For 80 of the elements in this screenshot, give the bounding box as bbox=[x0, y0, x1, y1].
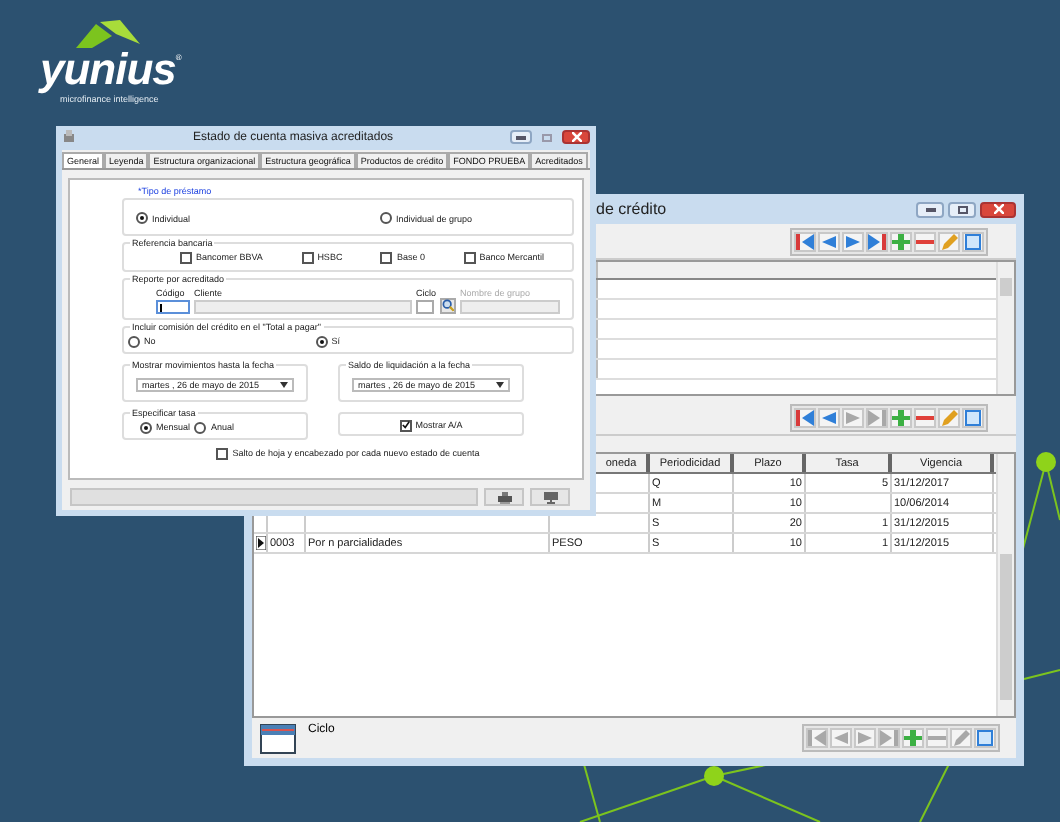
toolbar-button[interactable] bbox=[938, 407, 960, 427]
toolbar-button[interactable] bbox=[962, 231, 984, 251]
checkbox[interactable] bbox=[180, 251, 192, 264]
close-button[interactable] bbox=[562, 130, 590, 145]
close-icon bbox=[571, 132, 581, 143]
monitor-icon bbox=[543, 491, 557, 503]
toolbar-button[interactable] bbox=[842, 231, 864, 251]
arrow-right-icon bbox=[844, 233, 862, 249]
checkbox[interactable] bbox=[301, 251, 314, 264]
window-title: de crédito bbox=[596, 200, 669, 218]
toolbar-button[interactable] bbox=[818, 231, 840, 251]
square-icon bbox=[976, 730, 994, 746]
input-field[interactable] bbox=[156, 299, 190, 314]
app-icon bbox=[62, 130, 76, 145]
toolbar-button[interactable] bbox=[794, 231, 816, 251]
minimize-button[interactable] bbox=[510, 130, 532, 145]
radio-button[interactable] bbox=[136, 212, 148, 225]
close-icon bbox=[993, 204, 1003, 214]
radio-button[interactable] bbox=[379, 212, 392, 225]
maximize-button[interactable] bbox=[948, 201, 976, 217]
toolbar-button[interactable] bbox=[914, 407, 936, 427]
radio-button[interactable] bbox=[140, 421, 152, 434]
maximize-icon bbox=[542, 133, 552, 142]
preview-button[interactable] bbox=[530, 488, 570, 506]
radio-button[interactable] bbox=[194, 421, 207, 434]
caret-icon bbox=[496, 381, 504, 388]
toolbar-button[interactable] bbox=[866, 231, 888, 251]
skip-back-icon bbox=[796, 409, 814, 425]
caret-icon bbox=[280, 381, 288, 388]
minimize-icon bbox=[925, 207, 935, 211]
toolbar-button[interactable] bbox=[902, 728, 924, 748]
radio-button[interactable] bbox=[315, 335, 328, 348]
input-field[interactable] bbox=[194, 299, 412, 314]
arrow-right-icon bbox=[856, 730, 874, 746]
skip-forward-icon bbox=[868, 409, 886, 425]
close-button[interactable] bbox=[980, 201, 1016, 217]
radio-button[interactable] bbox=[128, 335, 140, 348]
checkbox[interactable] bbox=[216, 447, 229, 460]
pencil-icon bbox=[940, 409, 958, 425]
printer-icon bbox=[497, 491, 511, 503]
toolbar-button[interactable] bbox=[914, 231, 936, 251]
skip-forward-icon bbox=[868, 233, 886, 249]
toolbar-button[interactable] bbox=[974, 728, 996, 748]
search-button[interactable] bbox=[440, 297, 456, 314]
scrollbar[interactable] bbox=[996, 454, 1014, 716]
square-icon bbox=[964, 233, 982, 249]
pencil-icon bbox=[940, 233, 958, 249]
input-field[interactable] bbox=[415, 299, 434, 314]
skip-back-icon bbox=[796, 233, 814, 249]
skip-forward-icon bbox=[880, 730, 898, 746]
checkbox[interactable] bbox=[399, 419, 412, 432]
plus-icon bbox=[892, 409, 910, 425]
square-icon bbox=[964, 409, 982, 425]
minimize-icon bbox=[516, 135, 526, 140]
toolbar-button[interactable] bbox=[890, 231, 912, 251]
toolbar-button[interactable] bbox=[962, 407, 984, 427]
toolbar-button[interactable] bbox=[818, 407, 840, 427]
window-icon bbox=[260, 723, 296, 753]
logo-wordmark: yunius bbox=[40, 48, 176, 92]
arrow-left-icon bbox=[832, 730, 850, 746]
maximize-icon bbox=[957, 205, 967, 213]
checkbox[interactable] bbox=[380, 251, 393, 264]
print-button[interactable] bbox=[484, 488, 524, 506]
checkbox[interactable] bbox=[463, 251, 476, 264]
arrow-right-icon bbox=[844, 409, 862, 425]
toolbar-button[interactable] bbox=[794, 407, 816, 427]
minus-icon bbox=[928, 730, 946, 746]
arrow-left-icon bbox=[820, 409, 838, 425]
toolbar-button[interactable] bbox=[890, 407, 912, 427]
pencil-icon bbox=[952, 730, 970, 746]
skip-back-icon bbox=[808, 730, 826, 746]
logo-icon bbox=[76, 20, 140, 48]
plus-icon bbox=[904, 730, 922, 746]
arrow-left-icon bbox=[820, 233, 838, 249]
scrollbar[interactable] bbox=[996, 262, 1014, 394]
input-field[interactable] bbox=[460, 299, 560, 314]
search-icon bbox=[442, 298, 454, 313]
plus-icon bbox=[892, 233, 910, 249]
toolbar-button[interactable] bbox=[938, 231, 960, 251]
minimize-button[interactable] bbox=[916, 201, 944, 217]
